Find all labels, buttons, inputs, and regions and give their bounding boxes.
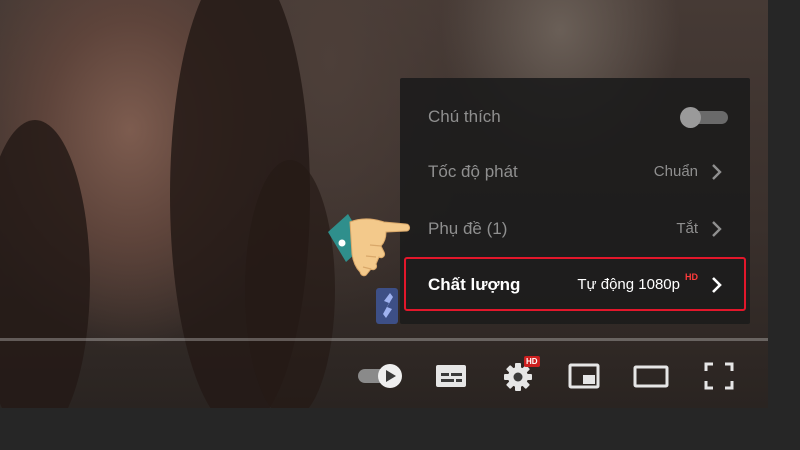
page-border-bottom	[0, 408, 800, 450]
pointing-hand-icon	[326, 212, 412, 289]
progress-bar[interactable]	[0, 338, 768, 341]
hd-badge: HD	[524, 356, 540, 367]
fullscreen-icon[interactable]	[700, 356, 740, 396]
menu-item-playback-speed[interactable]: Tốc độ phát Chuẩn	[400, 145, 750, 199]
autoplay-toggle-icon[interactable]	[356, 356, 408, 396]
page-border-right	[768, 0, 800, 450]
chevron-right-icon	[711, 164, 723, 180]
menu-item-value: Chuẩn	[653, 163, 698, 180]
theater-mode-icon[interactable]	[632, 356, 672, 396]
subtitles-icon[interactable]	[434, 356, 470, 396]
menu-item-captions[interactable]: Chú thích	[400, 90, 750, 144]
menu-item-label: Chú thích	[428, 107, 501, 126]
chevron-right-icon	[711, 221, 723, 237]
video-content	[245, 160, 335, 408]
menu-item-label: Phụ đề (1)	[428, 219, 508, 238]
settings-control[interactable]: HD	[500, 356, 540, 396]
menu-item-subtitles[interactable]: Phụ đề (1) Tắt	[400, 202, 750, 256]
miniplayer-icon[interactable]	[566, 356, 606, 396]
video-content	[0, 120, 90, 408]
captions-toggle[interactable]	[680, 107, 730, 128]
quality-highlight-box	[404, 257, 746, 311]
toggle-knob	[680, 107, 701, 128]
menu-item-label: Tốc độ phát	[428, 162, 518, 181]
extension-icon	[376, 288, 398, 329]
menu-item-value: Tắt	[676, 220, 698, 237]
